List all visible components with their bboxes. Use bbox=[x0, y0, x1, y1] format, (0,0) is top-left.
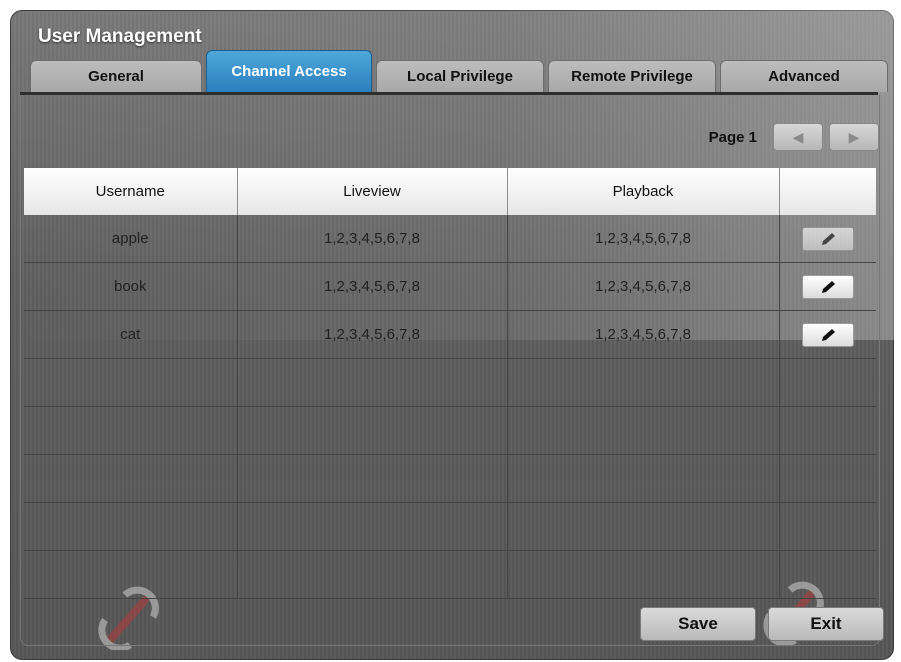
edit-user-button[interactable] bbox=[801, 322, 854, 347]
cell-liveview bbox=[237, 358, 508, 407]
page-indicator: Page 1 bbox=[708, 128, 757, 146]
table-row[interactable]: cat 1,2,3,4,5,6,7,8 1,2,3,4,5,6,7,8 bbox=[24, 310, 876, 359]
triangle-left-icon: ◀ bbox=[792, 128, 804, 145]
table-row[interactable]: apple 1,2,3,4,5,6,7,8 1,2,3,4,5,6,7,8 bbox=[24, 215, 876, 263]
window-title: User Management bbox=[38, 26, 202, 47]
cell-username: apple bbox=[24, 215, 238, 263]
cell-liveview bbox=[237, 550, 508, 599]
cell-playback bbox=[507, 502, 780, 551]
previous-page-button[interactable]: ◀ bbox=[773, 123, 823, 151]
cell-username bbox=[24, 358, 238, 407]
tab-remote-privilege[interactable]: Remote Privilege bbox=[548, 60, 716, 92]
cell-playback bbox=[507, 406, 780, 455]
cell-username bbox=[24, 502, 238, 551]
pencil-icon bbox=[821, 328, 835, 341]
triangle-right-icon: ▶ bbox=[848, 128, 860, 145]
column-header-liveview: Liveview bbox=[237, 168, 508, 215]
table-row bbox=[24, 550, 876, 599]
cell-username: book bbox=[24, 262, 238, 311]
edit-user-button[interactable] bbox=[801, 226, 854, 251]
table-row bbox=[24, 454, 876, 503]
cell-username: cat bbox=[24, 310, 238, 359]
cell-actions bbox=[779, 502, 876, 551]
cell-liveview bbox=[237, 502, 508, 551]
table-row bbox=[24, 502, 876, 551]
cell-username bbox=[24, 454, 238, 503]
cell-actions bbox=[779, 262, 876, 311]
cell-playback bbox=[507, 358, 780, 407]
table-row bbox=[24, 406, 876, 455]
cell-playback bbox=[507, 550, 780, 599]
pencil-icon bbox=[821, 232, 835, 245]
cell-liveview bbox=[237, 454, 508, 503]
table-row bbox=[24, 358, 876, 407]
next-page-button[interactable]: ▶ bbox=[829, 123, 879, 151]
tab-bar: General Channel Access Local Privilege R… bbox=[20, 50, 888, 92]
column-header-actions bbox=[779, 168, 876, 215]
edit-user-button[interactable] bbox=[801, 274, 854, 299]
table-header-row: Username Liveview Playback bbox=[24, 168, 876, 215]
cell-username bbox=[24, 406, 238, 455]
cell-actions bbox=[779, 358, 876, 407]
cell-liveview bbox=[237, 406, 508, 455]
pencil-icon bbox=[821, 280, 835, 293]
tab-advanced[interactable]: Advanced bbox=[720, 60, 888, 92]
cell-actions bbox=[779, 454, 876, 503]
cell-actions bbox=[779, 310, 876, 359]
channel-access-table: Username Liveview Playback apple 1,2,3,4… bbox=[24, 168, 876, 599]
cell-playback: 1,2,3,4,5,6,7,8 bbox=[507, 310, 780, 359]
save-button[interactable]: Save bbox=[640, 607, 756, 641]
cell-liveview: 1,2,3,4,5,6,7,8 bbox=[237, 215, 508, 263]
cell-playback: 1,2,3,4,5,6,7,8 bbox=[507, 215, 780, 263]
pager: Page 1 ◀ ▶ bbox=[709, 122, 879, 152]
tab-local-privilege[interactable]: Local Privilege bbox=[376, 60, 544, 92]
cell-liveview: 1,2,3,4,5,6,7,8 bbox=[237, 310, 508, 359]
column-header-playback: Playback bbox=[507, 168, 780, 215]
cell-actions bbox=[779, 406, 876, 455]
exit-button[interactable]: Exit bbox=[768, 607, 884, 641]
cell-liveview: 1,2,3,4,5,6,7,8 bbox=[237, 262, 508, 311]
table-row[interactable]: book 1,2,3,4,5,6,7,8 1,2,3,4,5,6,7,8 bbox=[24, 262, 876, 311]
cell-actions bbox=[779, 550, 876, 599]
cell-actions bbox=[779, 215, 876, 263]
tab-channel-access[interactable]: Channel Access bbox=[206, 50, 372, 92]
cell-username bbox=[24, 550, 238, 599]
cell-playback bbox=[507, 454, 780, 503]
tab-general[interactable]: General bbox=[30, 60, 202, 92]
column-header-username: Username bbox=[24, 168, 238, 215]
cell-playback: 1,2,3,4,5,6,7,8 bbox=[507, 262, 780, 311]
